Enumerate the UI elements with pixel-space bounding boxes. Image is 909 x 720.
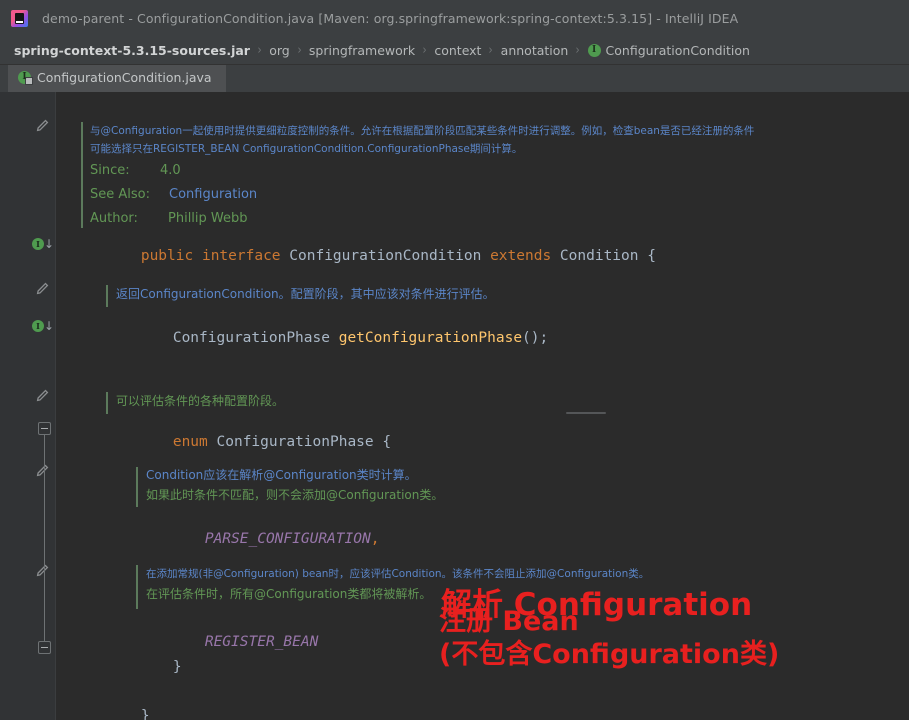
title-bar: demo-parent - ConfigurationCondition.jav… bbox=[0, 0, 909, 37]
implemented-by-marker-icon[interactable]: ↓ bbox=[32, 237, 54, 252]
parse-javadoc-line-2: 如果此时条件不匹配，则不会添加@Configuration类。 bbox=[146, 488, 444, 502]
javadoc-gutter-bar bbox=[106, 285, 108, 307]
interface-icon bbox=[32, 237, 44, 251]
breadcrumb-label: context bbox=[434, 43, 482, 58]
enum-javadoc-text: 可以评估条件的各种配置阶段。 bbox=[116, 394, 285, 408]
enum-constant-parse-configuration: PARSE_CONFIGURATION bbox=[204, 531, 371, 547]
breadcrumb-label: spring-context-5.3.15-sources.jar bbox=[14, 43, 250, 58]
arrow-down-icon: ↓ bbox=[44, 237, 55, 251]
interface-name: ConfigurationCondition bbox=[289, 248, 482, 264]
return-type: ConfigurationPhase bbox=[172, 330, 330, 346]
close-brace: } bbox=[140, 708, 150, 720]
edit-doc-pencil-icon[interactable] bbox=[34, 388, 50, 404]
javadoc-gutter-bar bbox=[81, 122, 83, 228]
tab-configurationcondition-java[interactable]: ConfigurationCondition.java bbox=[8, 65, 226, 92]
code-fold-toggle[interactable] bbox=[38, 641, 51, 654]
edit-doc-pencil-icon[interactable] bbox=[34, 563, 50, 579]
breadcrumb-item-org[interactable]: org bbox=[269, 43, 290, 58]
javadoc-gutter-bar bbox=[136, 565, 138, 609]
register-javadoc-line-2: 在评估条件时，所有@Configuration类都将被解析。 bbox=[146, 587, 432, 601]
interface-icon bbox=[32, 319, 44, 333]
close-brace: } bbox=[172, 659, 182, 675]
breadcrumb-item-springframework[interactable]: springframework bbox=[309, 43, 415, 58]
interface-file-icon bbox=[18, 70, 33, 85]
chevron-right-icon: › bbox=[575, 43, 581, 58]
class-javadoc-line-2: 可能选择只在REGISTER_BEAN ConfigurationConditi… bbox=[90, 143, 523, 155]
interface-icon bbox=[587, 43, 601, 57]
chevron-right-icon: › bbox=[488, 43, 494, 58]
tab-label: ConfigurationCondition.java bbox=[37, 70, 212, 85]
javadoc-gutter-bar bbox=[106, 392, 108, 414]
keyword-enum: enum bbox=[172, 434, 208, 450]
code-line-enum-declaration[interactable]: enum ConfigurationPhase { bbox=[103, 420, 391, 465]
parse-javadoc-line-1: Condition应该在解析@Configuration类时计算。 bbox=[146, 468, 417, 482]
breadcrumb-item-context[interactable]: context bbox=[434, 43, 481, 58]
edit-doc-pencil-icon[interactable] bbox=[34, 118, 50, 134]
annotation-register-bean-title: 注册 Bean bbox=[439, 606, 579, 637]
breadcrumb-label: annotation bbox=[500, 43, 569, 58]
javadoc-tag-author-label: Author: bbox=[90, 211, 138, 226]
code-fold-region-line bbox=[44, 435, 45, 647]
code-line-parse-configuration[interactable]: PARSE_CONFIGURATION, bbox=[135, 517, 380, 562]
keyword-extends: extends bbox=[490, 248, 552, 264]
method-name: getConfigurationPhase bbox=[338, 330, 523, 346]
super-interface-name: Condition bbox=[559, 248, 639, 264]
open-brace: { bbox=[382, 434, 392, 450]
javadoc-tag-seealso-value[interactable]: Configuration bbox=[169, 186, 257, 203]
method-parens: (); bbox=[522, 330, 549, 346]
javadoc-tag-seealso-label: See Also: bbox=[90, 187, 150, 202]
breadcrumb-item-jar[interactable]: spring-context-5.3.15-sources.jar bbox=[14, 43, 250, 58]
annotation-register-bean-note: (不包含Configuration类) bbox=[439, 639, 780, 670]
javadoc-gutter-bar bbox=[136, 467, 138, 507]
window-title: demo-parent - ConfigurationCondition.jav… bbox=[42, 11, 739, 26]
breadcrumb-label: org bbox=[269, 43, 290, 58]
code-line-method-declaration[interactable]: ConfigurationPhase getConfigurationPhase… bbox=[103, 316, 548, 361]
breadcrumb[interactable]: spring-context-5.3.15-sources.jar › org … bbox=[0, 37, 909, 65]
enum-name: ConfigurationPhase bbox=[216, 434, 374, 450]
breadcrumb-label: springframework bbox=[308, 43, 416, 58]
enum-constant-register-bean: REGISTER_BEAN bbox=[204, 634, 319, 650]
code-line-interface-declaration[interactable]: public interface ConfigurationCondition … bbox=[71, 234, 656, 279]
code-editor[interactable]: 18 30 31 35 36 37 41 42 49 50 58 59 60 6… bbox=[0, 92, 909, 720]
intellij-idea-logo-icon bbox=[11, 10, 28, 27]
keyword-public: public bbox=[140, 248, 194, 264]
breadcrumb-label: ConfigurationCondition bbox=[605, 43, 750, 58]
chevron-right-icon: › bbox=[297, 43, 302, 58]
editor-tab-strip: ConfigurationCondition.java bbox=[0, 65, 909, 92]
arrow-down-icon: ↓ bbox=[44, 319, 55, 333]
code-line-close-enum[interactable]: } bbox=[103, 645, 182, 690]
keyword-interface: interface bbox=[201, 248, 281, 264]
javadoc-tag-author-value: Phillip Webb bbox=[168, 211, 248, 226]
collapsed-fold-marker[interactable] bbox=[566, 412, 606, 414]
javadoc-tag-since-value: 4.0 bbox=[160, 163, 181, 178]
edit-doc-pencil-icon[interactable] bbox=[34, 463, 50, 479]
breadcrumb-item-configurationcondition[interactable]: ConfigurationCondition bbox=[587, 43, 750, 58]
open-brace: { bbox=[647, 248, 656, 264]
method-javadoc-text: 返回ConfigurationCondition。配置阶段，其中应该对条件进行评… bbox=[116, 287, 495, 301]
implemented-by-marker-icon[interactable]: ↓ bbox=[32, 319, 54, 334]
class-javadoc-line-1: 与@Configuration一起使用时提供更细粒度控制的条件。允许在根据配置阶… bbox=[90, 125, 755, 137]
chevron-right-icon: › bbox=[422, 43, 427, 58]
code-fold-toggle[interactable] bbox=[38, 422, 51, 435]
editor-gutter[interactable] bbox=[0, 92, 56, 720]
javadoc-tag-since-label: Since: bbox=[90, 163, 130, 178]
code-text-area[interactable]: 与@Configuration一起使用时提供更细粒度控制的条件。允许在根据配置阶… bbox=[56, 92, 909, 720]
breadcrumb-item-annotation[interactable]: annotation bbox=[501, 43, 569, 58]
code-line-close-interface[interactable]: } bbox=[71, 694, 150, 720]
chevron-right-icon: › bbox=[257, 43, 262, 58]
comma: , bbox=[370, 531, 380, 547]
intellij-window: demo-parent - ConfigurationCondition.jav… bbox=[0, 0, 909, 720]
edit-doc-pencil-icon[interactable] bbox=[34, 281, 50, 297]
